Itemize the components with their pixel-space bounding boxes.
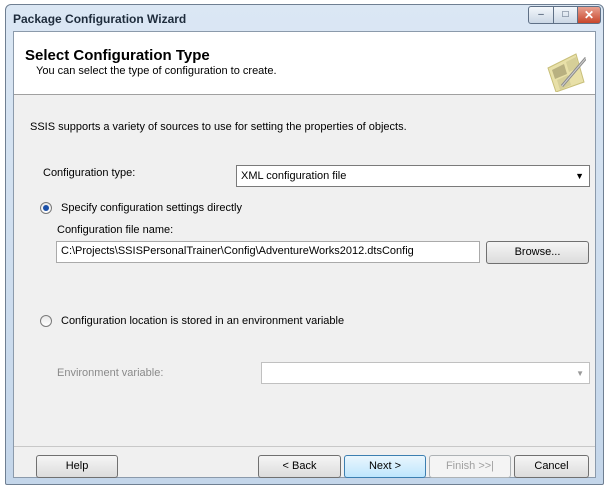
- footer-divider: [14, 446, 595, 447]
- config-file-name-label: Configuration file name:: [57, 224, 174, 236]
- radio-button-unchecked[interactable]: [40, 315, 52, 327]
- radio-button-checked[interactable]: [40, 202, 52, 214]
- chevron-down-icon: ▼: [575, 171, 584, 181]
- minimize-button[interactable]: –: [528, 6, 554, 24]
- config-file-name-input[interactable]: C:\Projects\SSISPersonalTrainer\Config\A…: [56, 241, 480, 263]
- wizard-header: Select Configuration Type You can select…: [14, 32, 595, 95]
- window-title: Package Configuration Wizard: [13, 12, 187, 26]
- config-type-value: XML configuration file: [241, 170, 347, 182]
- wizard-window: Package Configuration Wizard – □ ✕ Selec…: [5, 4, 604, 485]
- maximize-button[interactable]: □: [553, 6, 578, 24]
- back-button[interactable]: < Back: [258, 455, 341, 478]
- config-type-dropdown[interactable]: XML configuration file ▼: [236, 165, 590, 187]
- wizard-client-area: Select Configuration Type You can select…: [13, 31, 596, 478]
- next-button[interactable]: Next >: [344, 455, 426, 478]
- environment-variable-dropdown: ▼: [261, 362, 590, 384]
- title-bar: Package Configuration Wizard – □ ✕: [6, 5, 603, 31]
- description-text: SSIS supports a variety of sources to us…: [30, 121, 407, 133]
- environment-variable-label: Environment variable:: [57, 367, 164, 379]
- page-title: Select Configuration Type: [25, 47, 210, 64]
- cancel-button[interactable]: Cancel: [514, 455, 589, 478]
- radio-environment-variable-label: Configuration location is stored in an e…: [61, 315, 345, 327]
- chevron-down-icon: ▼: [576, 369, 584, 378]
- close-button[interactable]: ✕: [577, 6, 601, 24]
- browse-button[interactable]: Browse...: [486, 241, 589, 264]
- help-button[interactable]: Help: [36, 455, 118, 478]
- wizard-wand-icon: [547, 53, 586, 92]
- config-type-label: Configuration type:: [43, 167, 136, 179]
- radio-specify-directly-label: Specify configuration settings directly: [61, 202, 242, 214]
- finish-button: Finish >>|: [429, 455, 511, 478]
- page-subtitle: You can select the type of configuration…: [36, 65, 277, 77]
